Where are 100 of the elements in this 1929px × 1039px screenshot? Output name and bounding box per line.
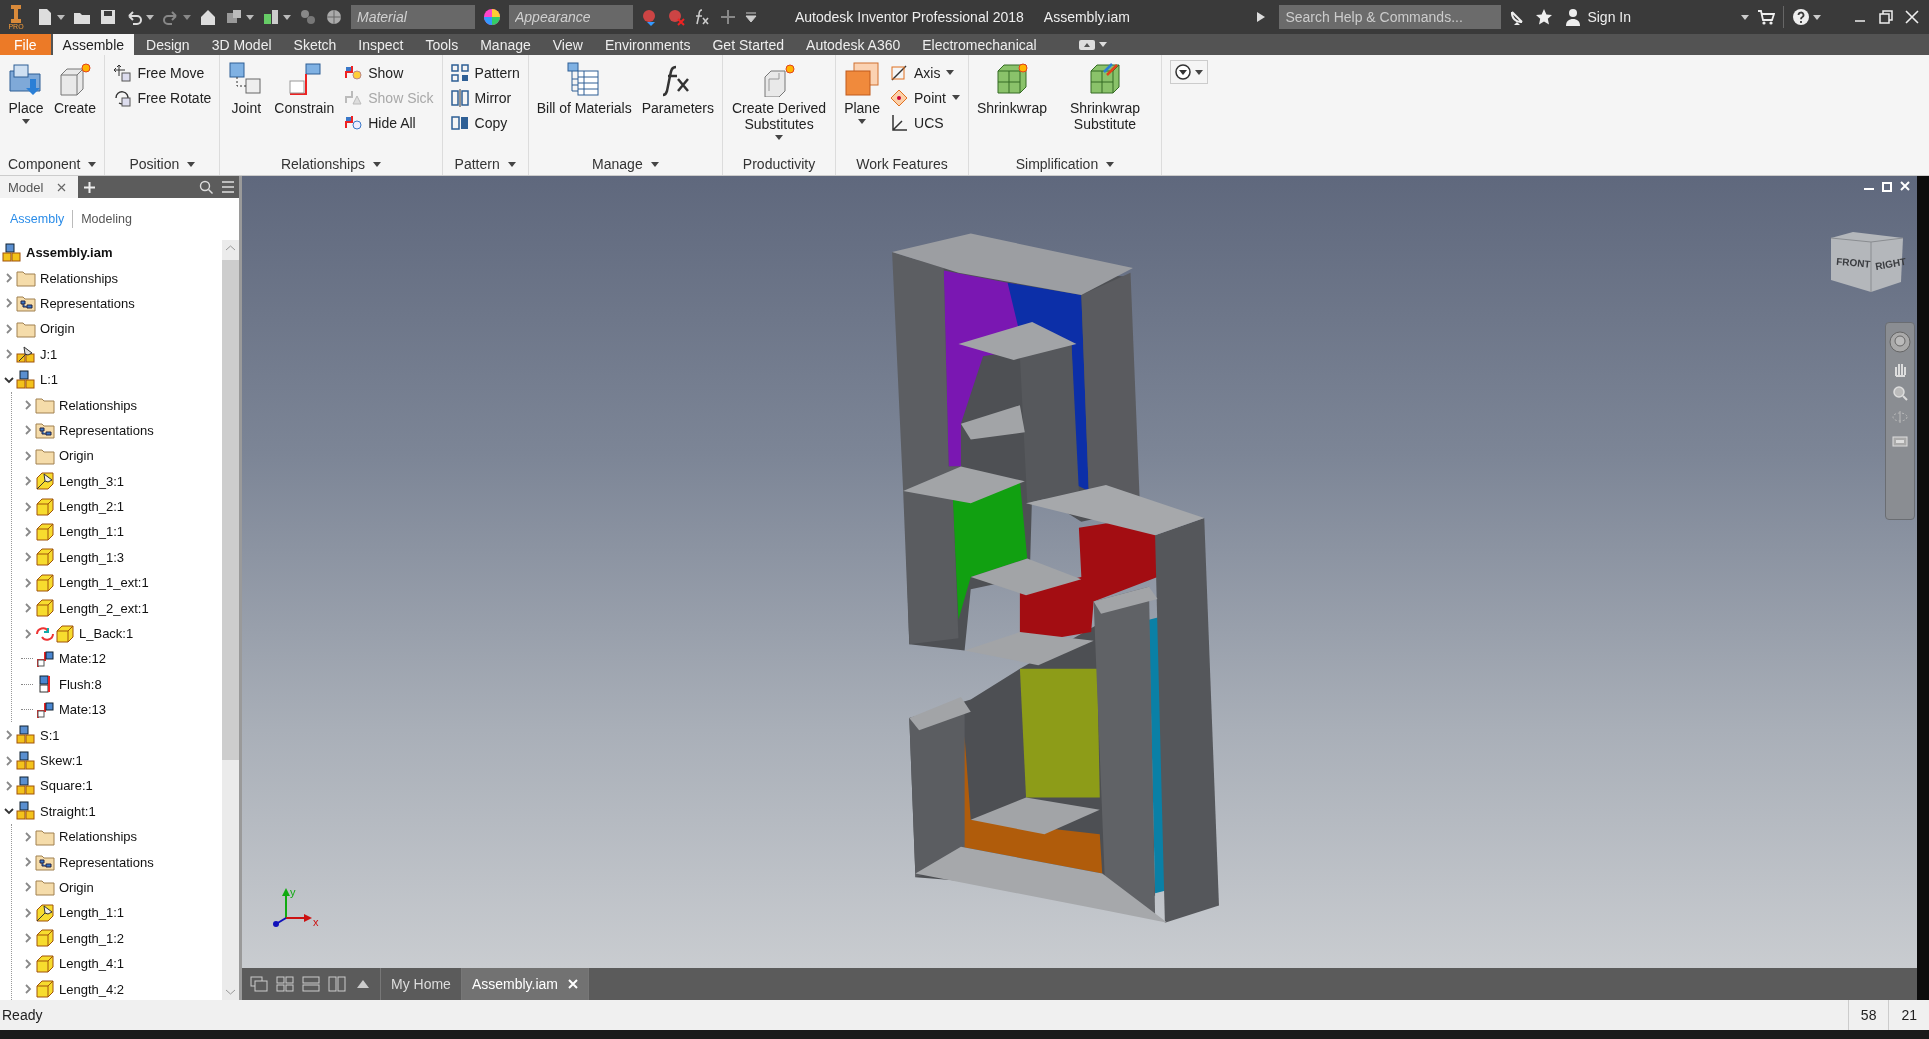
ribbon-tool-button[interactable]: Axis	[886, 60, 964, 85]
tree-item[interactable]: Length_1:1	[59, 524, 125, 540]
scrollbar-thumb[interactable]	[222, 260, 239, 760]
collapse-chevron-icon[interactable]	[4, 806, 14, 817]
panel-title[interactable]: Position	[109, 153, 216, 175]
tree-item[interactable]: Origin	[40, 321, 75, 337]
browser-subtab[interactable]: Modeling	[81, 212, 132, 226]
expand-chevron-icon[interactable]	[23, 603, 33, 614]
ribbon-tab[interactable]: Tools	[415, 34, 469, 55]
expand-chevron-icon[interactable]	[23, 501, 33, 512]
steering-wheel-icon[interactable]	[1889, 331, 1911, 353]
expand-chevron-icon[interactable]	[4, 730, 14, 741]
expand-chevron-icon[interactable]	[23, 907, 33, 918]
spheres-icon[interactable]	[299, 8, 317, 26]
help-icon[interactable]	[1792, 8, 1810, 26]
panel-title[interactable]: Manage	[532, 153, 719, 175]
tree-item[interactable]: Relationships	[59, 829, 138, 845]
ribbon-tab[interactable]: Assemble	[52, 34, 135, 55]
customize-caret-icon[interactable]	[745, 11, 757, 23]
toggle-icon[interactable]	[1078, 39, 1095, 50]
ribbon-tool-button[interactable]: Constrain	[270, 59, 339, 118]
save-icon[interactable]	[99, 8, 117, 26]
ribbon-tool-button[interactable]: Joint	[224, 59, 269, 118]
search-icon[interactable]	[199, 180, 213, 194]
zoom-icon[interactable]	[1892, 385, 1908, 401]
expand-chevron-icon[interactable]	[4, 273, 14, 284]
search-field[interactable]: Search Help & Commands...	[1279, 5, 1502, 29]
panel-options-button[interactable]	[1170, 60, 1208, 84]
tree-item[interactable]: Mate:13	[59, 702, 106, 718]
expand-chevron-icon[interactable]	[23, 450, 33, 461]
close-icon[interactable]	[57, 182, 67, 192]
plus-icon[interactable]	[719, 8, 737, 26]
ribbon-tool-button[interactable]: Plane	[840, 59, 885, 126]
ribbon-tool-button[interactable]: Create	[50, 59, 101, 118]
tree-item[interactable]: S:1	[40, 727, 60, 743]
function-icon[interactable]	[693, 8, 711, 26]
tree-item[interactable]: Length_4:2	[59, 981, 125, 997]
tree-item[interactable]: Length_4:1	[59, 956, 125, 972]
tree-item[interactable]: Length_2_ext:1	[59, 600, 149, 616]
tree-item[interactable]: L:1	[40, 372, 59, 388]
expand-chevron-icon[interactable]	[23, 577, 33, 588]
expand-chevron-icon[interactable]	[23, 857, 33, 868]
ribbon-tool-button[interactable]: Free Move	[109, 60, 216, 85]
restore-icon[interactable]	[1877, 8, 1895, 26]
ribbon-tool-button[interactable]: Mirror	[446, 85, 524, 110]
view-face-icon[interactable]	[1892, 433, 1908, 447]
panel-title[interactable]: Productivity	[727, 153, 832, 175]
tree-item[interactable]: Length_1:1	[59, 905, 125, 921]
tree-item[interactable]: Length_1_ext:1	[59, 575, 149, 591]
expand-chevron-icon[interactable]	[4, 349, 14, 360]
ribbon-tool-button[interactable]: Parameters	[637, 59, 719, 118]
expand-chevron-icon[interactable]	[23, 958, 33, 969]
expand-chevron-icon[interactable]	[23, 400, 33, 411]
panel-title[interactable]: Work Features	[840, 153, 964, 175]
expand-chevron-icon[interactable]	[4, 780, 14, 791]
tree-item[interactable]: Mate:12	[59, 651, 106, 667]
ribbon-tool-button[interactable]: Copy	[446, 110, 524, 135]
pan-hand-icon[interactable]	[1892, 361, 1908, 377]
ribbon-tab[interactable]: Design	[136, 34, 200, 55]
tree-item[interactable]: Origin	[59, 879, 94, 895]
tree-item[interactable]: J:1	[40, 346, 58, 362]
tree-item[interactable]: Representations	[59, 854, 154, 870]
expand-chevron-icon[interactable]	[4, 755, 14, 766]
cascade-windows-icon[interactable]	[250, 976, 268, 992]
ribbon-tab[interactable]: 3D Model	[201, 34, 282, 55]
close-icon[interactable]	[1903, 8, 1921, 26]
tree-item[interactable]: L_Back:1	[79, 626, 134, 642]
expand-chevron-icon[interactable]	[23, 425, 33, 436]
home-icon[interactable]	[199, 8, 217, 26]
expand-chevron-icon[interactable]	[23, 984, 33, 994]
sign-in-button[interactable]: Sign In	[1561, 8, 1635, 26]
tree-item[interactable]: Flush:8	[59, 676, 102, 692]
ribbon-tab[interactable]: Inspect	[348, 34, 414, 55]
expand-chevron-icon[interactable]	[23, 933, 33, 944]
globe-icon[interactable]	[325, 8, 343, 26]
expand-chevron-icon[interactable]	[4, 298, 14, 309]
tree-item[interactable]: Relationships	[40, 270, 119, 286]
ribbon-tool-button[interactable]: Bill of Materials	[532, 59, 636, 118]
tree-item[interactable]: Relationships	[59, 397, 138, 413]
star-icon[interactable]	[1535, 8, 1554, 26]
ribbon-tab[interactable]: Get Started	[702, 34, 795, 55]
tree-item[interactable]: Representations	[59, 422, 154, 438]
ribbon-tab[interactable]: Electromechanical	[912, 34, 1047, 55]
ribbon-tool-button[interactable]: UCS	[886, 110, 964, 135]
ribbon-tab[interactable]: Sketch	[283, 34, 347, 55]
tree-item[interactable]: Length_3:1	[59, 473, 125, 489]
expand-chevron-icon[interactable]	[23, 476, 33, 487]
panel-title[interactable]: Component	[4, 153, 101, 175]
menu-icon[interactable]	[221, 181, 235, 193]
restore-icon[interactable]	[1881, 180, 1893, 192]
ribbon-tool-button[interactable]: Place	[4, 59, 48, 126]
ribbon-tool-button[interactable]: Shrinkwrap	[972, 59, 1051, 118]
redo-icon[interactable]	[162, 8, 180, 26]
browser-subtab[interactable]: Assembly	[10, 212, 65, 226]
tree-item[interactable]: Length_1:3	[59, 549, 125, 565]
expand-chevron-icon[interactable]	[23, 628, 33, 639]
expand-chevron-icon[interactable]	[23, 552, 33, 563]
tile-vertical-icon[interactable]	[328, 976, 346, 992]
expand-chevron-icon[interactable]	[23, 882, 33, 893]
collapse-chevron-icon[interactable]	[4, 374, 14, 385]
